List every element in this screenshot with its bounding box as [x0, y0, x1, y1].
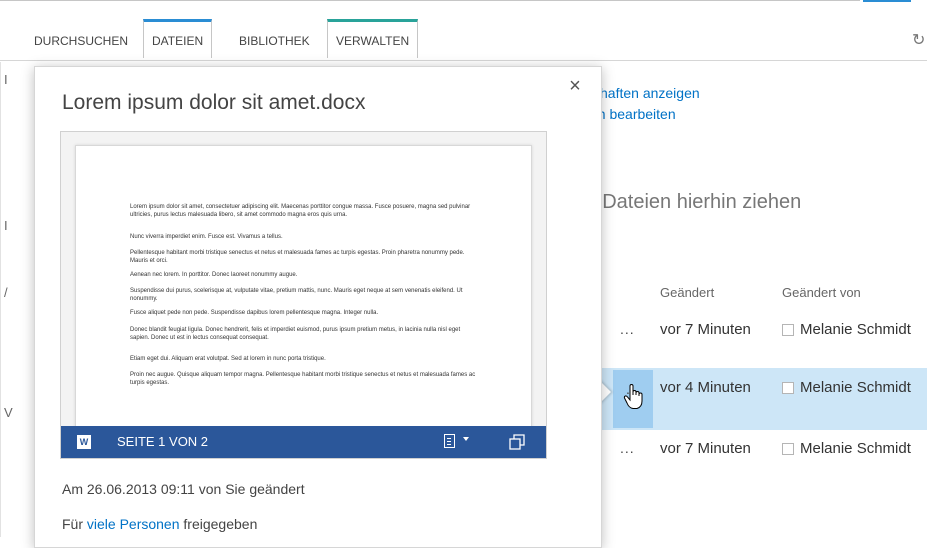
- page-indicator: SEITE 1 VON 2: [117, 434, 209, 449]
- tab-durchsuchen[interactable]: DURCHSUCHEN: [26, 22, 136, 60]
- row-modified-by[interactable]: Melanie Schmidt: [782, 440, 911, 457]
- modified-info: Am 26.06.2013 09:11 von Sie geändert: [62, 481, 305, 497]
- hand-cursor-icon: [623, 384, 643, 409]
- ribbon-top-accent: [863, 0, 911, 2]
- preview-paragraph: Fusce aliquet pede non pede. Suspendisse…: [130, 310, 379, 316]
- drop-hint: r Dateien hierhin ziehen: [590, 191, 802, 213]
- link-edit-properties[interactable]: en bearbeiten: [590, 106, 676, 122]
- checkbox-icon[interactable]: [782, 443, 794, 456]
- left-fragment: I: [4, 218, 8, 233]
- link-show-properties[interactable]: haften anzeigen: [600, 85, 700, 101]
- preview-page: Lorem ipsum dolor sit amet, consectetuer…: [75, 145, 532, 437]
- left-fragment: I: [4, 72, 8, 87]
- card-title[interactable]: Lorem ipsum dolor sit amet.docx: [62, 91, 365, 115]
- preview-paragraph: Pellentesque habitant morbi tristique se…: [130, 250, 465, 264]
- document-view-icon[interactable]: [444, 434, 455, 448]
- left-fragment: V: [4, 405, 13, 420]
- preview-paragraph: Proin nec augue. Quisque aliquam tempor …: [130, 372, 476, 386]
- left-panel-border: [0, 62, 1, 537]
- ribbon: DURCHSUCHEN DATEIEN BIBLIOTHEK VERWALTEN…: [0, 0, 927, 62]
- column-header-modified-by[interactable]: Geändert von: [782, 285, 861, 300]
- row-modified-by[interactable]: Melanie Schmidt: [782, 379, 911, 396]
- ribbon-top-border: [0, 0, 860, 1]
- preview-paragraph: Donec blandit feugiat ligula. Donec hend…: [130, 327, 461, 341]
- chevron-down-icon[interactable]: [463, 437, 469, 441]
- checkbox-icon[interactable]: [782, 324, 794, 337]
- row-modified: vor 4 Minuten: [660, 379, 751, 396]
- word-icon: W: [77, 435, 91, 449]
- row-modified: vor 7 Minuten: [660, 440, 751, 457]
- left-fragment: /: [4, 285, 8, 300]
- preview-paragraph: Nunc viverra imperdiet enim. Fusce est. …: [130, 234, 283, 240]
- preview-paragraph: Etiam eget dui. Aliquam erat volutpat. S…: [130, 356, 326, 362]
- sync-icon[interactable]: ↻: [912, 30, 925, 50]
- row-modified: vor 7 Minuten: [660, 321, 751, 338]
- preview-paragraph: Lorem ipsum dolor sit amet, consectetuer…: [130, 204, 471, 218]
- row-ellipsis-button[interactable]: ...: [620, 440, 635, 456]
- tab-dateien[interactable]: DATEIEN: [143, 19, 213, 58]
- column-header-modified[interactable]: Geändert: [660, 285, 714, 300]
- tab-verwalten[interactable]: VERWALTEN: [327, 19, 419, 58]
- preview-toolbar: W SEITE 1 VON 2: [61, 426, 546, 458]
- tab-bibliothek[interactable]: BIBLIOTHEK: [231, 22, 318, 60]
- shared-with-link[interactable]: viele Personen: [87, 516, 180, 532]
- popout-icon[interactable]: [509, 434, 525, 450]
- ribbon-divider: [0, 60, 927, 61]
- checkbox-icon[interactable]: [782, 382, 794, 395]
- row-modified-by[interactable]: Melanie Schmidt: [782, 321, 911, 338]
- document-preview[interactable]: Lorem ipsum dolor sit amet, consectetuer…: [60, 131, 547, 459]
- close-icon[interactable]: ×: [566, 76, 584, 96]
- preview-paragraph: Aenean nec lorem. In porttitor. Donec la…: [130, 272, 298, 278]
- sharing-info: Für viele Personen freigegeben: [62, 516, 258, 532]
- preview-paragraph: Suspendisse dui purus, scelerisque at, v…: [130, 288, 463, 302]
- row-ellipsis-button[interactable]: ...: [620, 321, 635, 337]
